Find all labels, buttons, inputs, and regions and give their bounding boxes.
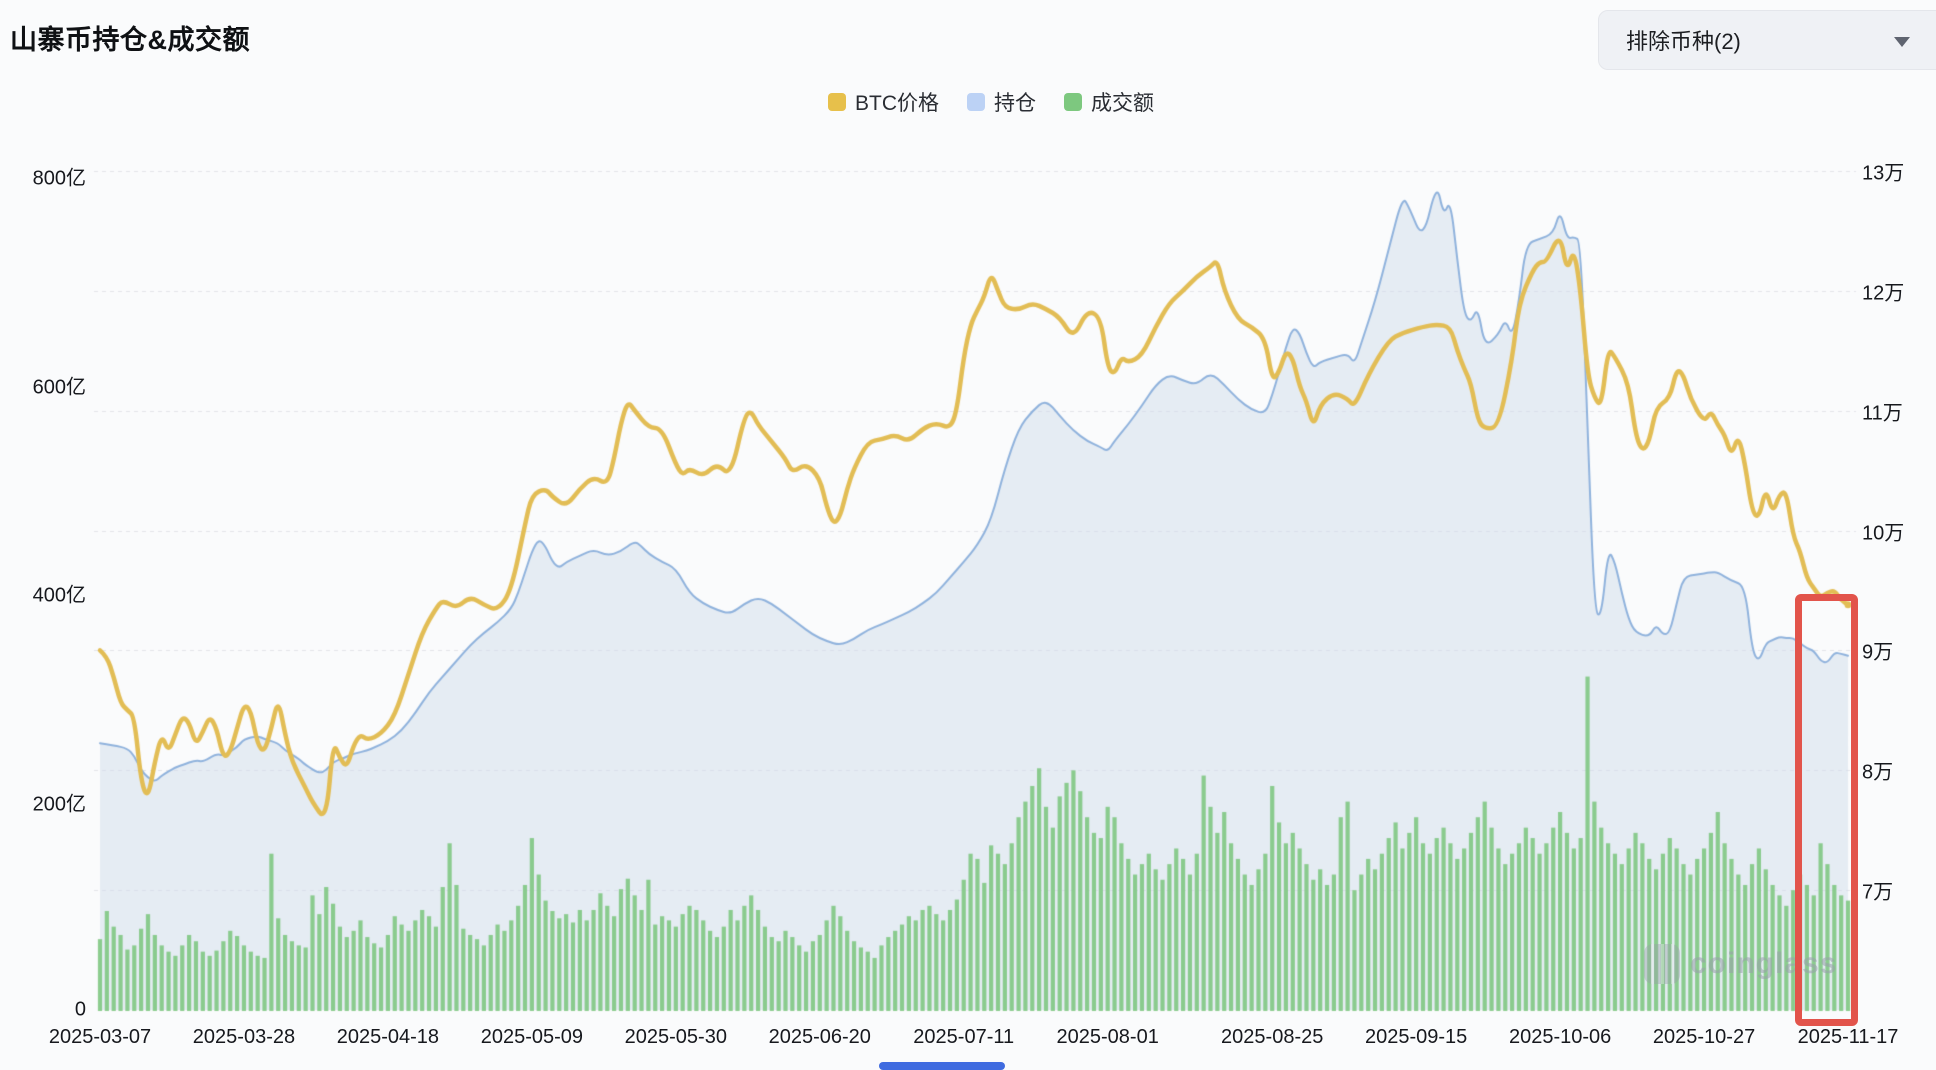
legend-item-btc-price[interactable]: BTC价格	[828, 87, 939, 117]
left-axis-tick: 400亿	[0, 579, 86, 608]
x-axis-tick: 2025-11-17	[1798, 1026, 1899, 1049]
x-axis-tick: 2025-08-01	[1057, 1026, 1159, 1049]
left-axis-tick: 200亿	[0, 787, 86, 816]
right-axis-tick: 13万	[1862, 157, 1904, 186]
right-axis-tick: 10万	[1862, 516, 1904, 545]
chart-legend: BTC价格 持仓 成交额	[0, 87, 1936, 117]
legend-label-open-interest: 持仓	[994, 87, 1036, 117]
right-axis-tick: 9万	[1862, 636, 1893, 665]
chart-canvas	[0, 0, 1936, 1070]
legend-label-btc-price: BTC价格	[855, 87, 939, 117]
exclude-coins-dropdown[interactable]: 排除币种(2)	[1598, 10, 1936, 70]
right-axis-tick: 7万	[1862, 876, 1893, 905]
x-axis-tick: 2025-08-25	[1221, 1026, 1323, 1049]
left-axis-tick: 800亿	[0, 162, 86, 191]
left-axis-tick: 0	[0, 999, 86, 1022]
x-axis-tick: 2025-03-07	[49, 1026, 151, 1049]
x-axis-tick: 2025-09-15	[1365, 1026, 1467, 1049]
legend-item-volume[interactable]: 成交额	[1064, 87, 1154, 117]
legend-item-open-interest[interactable]: 持仓	[967, 87, 1036, 117]
coinglass-logo-icon	[1644, 944, 1680, 984]
x-axis-tick: 2025-06-20	[769, 1026, 871, 1049]
x-axis-tick: 2025-04-18	[337, 1026, 439, 1049]
legend-swatch-btc-price	[828, 93, 846, 111]
legend-swatch-volume	[1064, 93, 1082, 111]
page-title: 山寨币持仓&成交额	[10, 18, 250, 57]
legend-swatch-open-interest	[967, 93, 985, 111]
legend-label-volume: 成交额	[1091, 87, 1154, 117]
x-axis-tick: 2025-05-09	[481, 1026, 583, 1049]
x-axis-tick: 2025-10-27	[1653, 1026, 1755, 1049]
chevron-down-icon	[1894, 37, 1910, 47]
x-axis-tick: 2025-07-11	[913, 1026, 1014, 1049]
left-axis-tick: 600亿	[0, 370, 86, 399]
x-axis-tick: 2025-05-30	[625, 1026, 727, 1049]
bottom-scrollbar[interactable]	[879, 1062, 1005, 1070]
x-axis-tick: 2025-10-06	[1509, 1026, 1611, 1049]
x-axis-tick: 2025-03-28	[193, 1026, 295, 1049]
highlight-box	[1795, 594, 1857, 1026]
right-axis-tick: 12万	[1862, 276, 1904, 305]
exclude-coins-dropdown-label: 排除币种(2)	[1626, 24, 1741, 56]
right-axis-tick: 11万	[1862, 396, 1903, 425]
right-axis-tick: 8万	[1862, 756, 1893, 785]
